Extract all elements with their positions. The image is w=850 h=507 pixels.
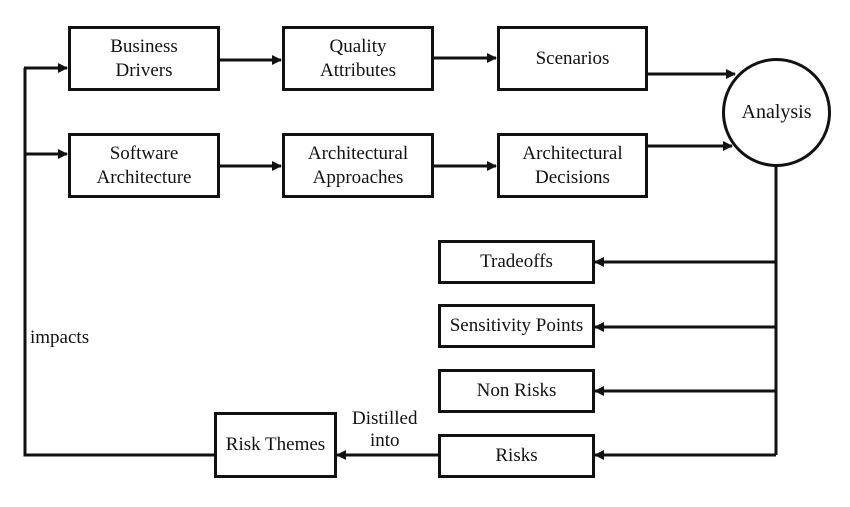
node-architectural-decisions: Architectural Decisions xyxy=(497,133,648,198)
node-architectural-approaches: Architectural Approaches xyxy=(282,133,434,198)
node-business-drivers: Business Drivers xyxy=(68,26,220,91)
node-quality-attributes: Quality Attributes xyxy=(282,26,434,91)
node-sensitivity-points: Sensitivity Points xyxy=(438,304,595,348)
node-risks: Risks xyxy=(438,434,595,478)
node-analysis: Analysis xyxy=(722,58,831,167)
node-risk-themes: Risk Themes xyxy=(214,412,337,478)
node-non-risks: Non Risks xyxy=(438,369,595,413)
node-tradeoffs: Tradeoffs xyxy=(438,240,595,284)
node-software-architecture: Software Architecture xyxy=(68,133,220,198)
edge-impacts-loop xyxy=(23,68,214,457)
node-scenarios: Scenarios xyxy=(497,26,648,91)
label-distilled-into: Distilled into xyxy=(352,408,418,451)
label-impacts: impacts xyxy=(30,327,90,348)
